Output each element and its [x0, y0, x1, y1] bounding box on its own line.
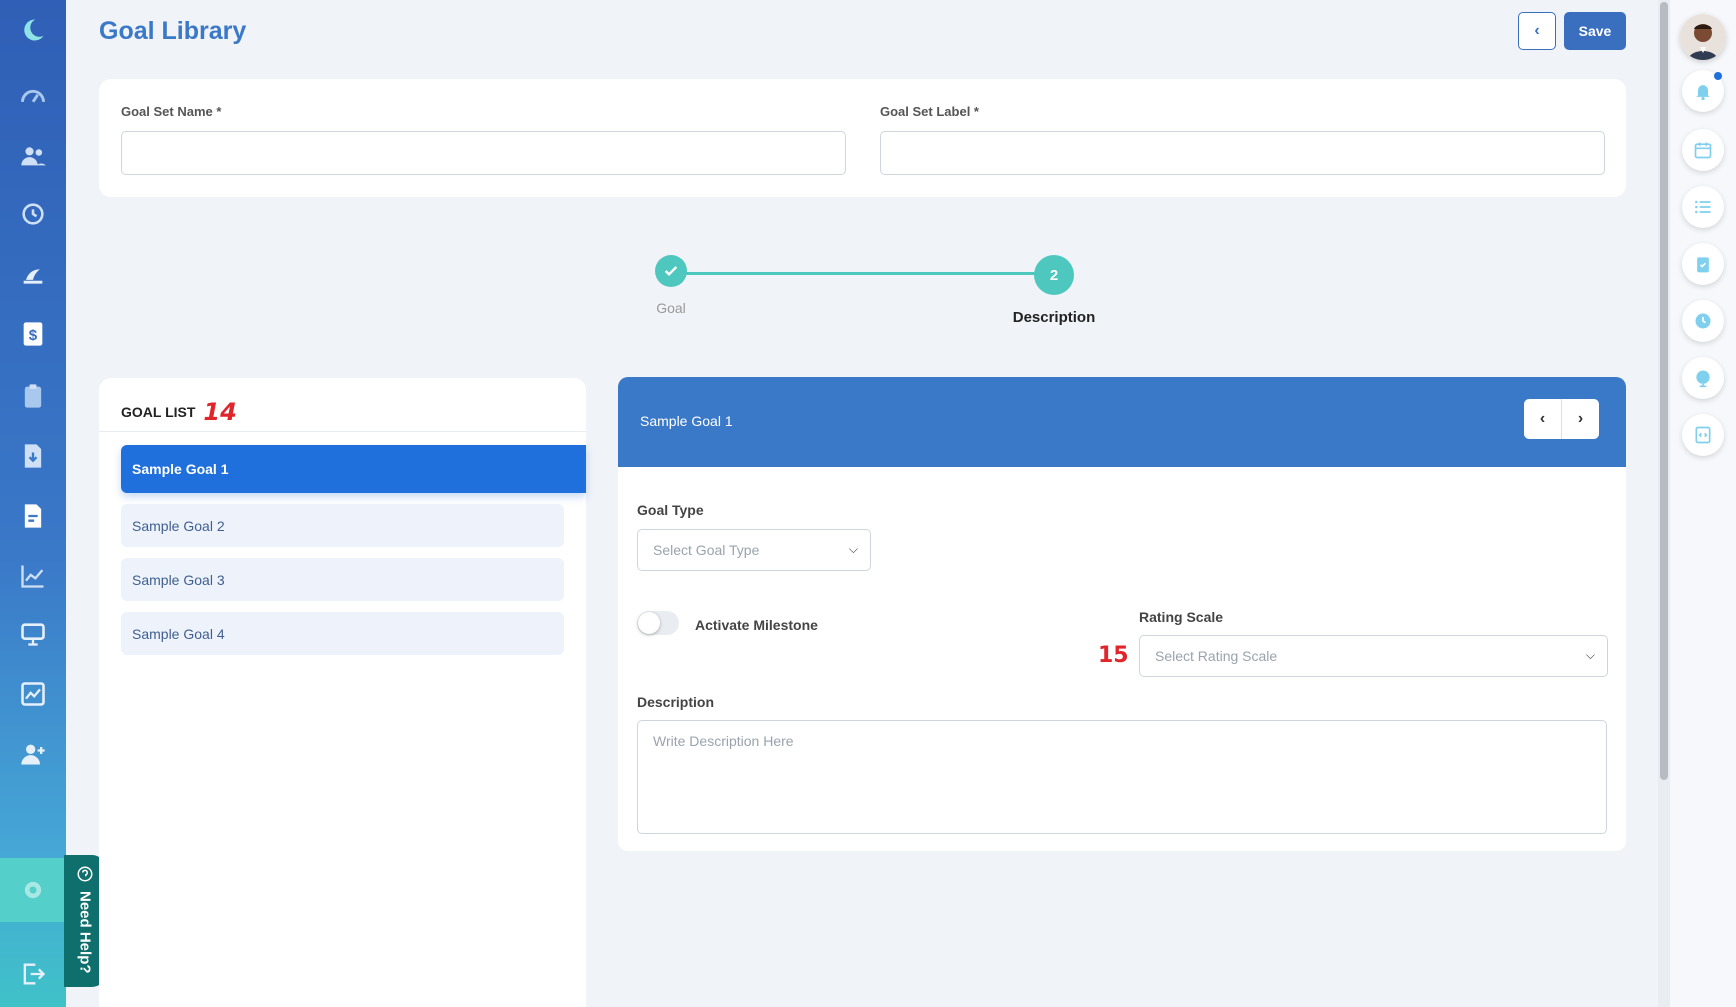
help-circle-icon [77, 866, 93, 882]
goal-list-item[interactable]: Sample Goal 4 [121, 612, 564, 655]
goal-set-card: Goal Set Name * Goal Set Label * [99, 79, 1626, 197]
image-chart-icon[interactable] [0, 664, 66, 724]
previous-goal-button[interactable]: ‹ [1524, 399, 1562, 439]
checkmark-icon [664, 266, 678, 276]
document-download-icon[interactable] [0, 426, 66, 486]
rating-scale-select[interactable]: Select Rating Scale ⌵ [1139, 635, 1608, 677]
need-help-label: Need Help? [76, 891, 94, 974]
avatar[interactable] [1680, 14, 1726, 60]
logo-moon-icon[interactable] [0, 0, 66, 60]
step-goal-complete[interactable] [655, 255, 687, 287]
annotation-badge: 14 [203, 398, 237, 426]
document-text-icon[interactable] [0, 486, 66, 546]
toggle-knob [638, 612, 660, 634]
goal-list-item[interactable]: Sample Goal 1 [121, 445, 586, 493]
back-button[interactable]: ‹ [1518, 12, 1556, 50]
activate-milestone-label: Activate Milestone [695, 617, 818, 633]
clipboard-check-icon [1697, 257, 1709, 273]
payroll-dollar-icon[interactable]: $ [0, 304, 66, 364]
svg-text:$: $ [29, 327, 38, 344]
chevron-down-icon: ⌵ [1585, 648, 1595, 662]
description-placeholder: Write Description Here [653, 733, 794, 749]
chevron-left-icon: ‹ [1534, 22, 1540, 39]
right-quick-rail [1670, 0, 1736, 1007]
calendar-icon [1694, 142, 1712, 159]
vacation-icon[interactable] [0, 244, 66, 304]
divider [99, 431, 586, 432]
page-title: Goal Library [99, 17, 247, 45]
notification-dot [1714, 72, 1722, 80]
goal-set-label-label: Goal Set Label * [880, 104, 979, 119]
time-button[interactable] [1682, 300, 1724, 342]
settings-gear-icon[interactable] [0, 858, 66, 922]
step-goal-label: Goal [656, 300, 686, 316]
list-icon [1695, 200, 1711, 214]
calendar-button[interactable] [1682, 129, 1724, 171]
add-user-icon[interactable] [0, 724, 66, 784]
main-sidebar: $ [0, 0, 66, 1007]
clock-icon [1695, 313, 1711, 329]
people-icon[interactable] [0, 126, 66, 186]
bell-icon [1696, 85, 1710, 101]
goal-type-label: Goal Type [637, 502, 704, 518]
goal-detail-title: Sample Goal 1 [640, 413, 733, 429]
description-textarea[interactable]: Write Description Here [637, 720, 1607, 834]
globe-icon [1696, 370, 1710, 388]
presentation-icon[interactable] [0, 604, 66, 664]
scrollbar-thumb[interactable] [1660, 2, 1668, 780]
description-label: Description [637, 694, 715, 710]
chevron-down-icon: ⌵ [848, 542, 858, 556]
activate-milestone-toggle[interactable] [637, 611, 679, 635]
annotation-badge: 15 [1098, 643, 1129, 668]
step-description-active[interactable]: 2 [1034, 255, 1074, 295]
list-button[interactable] [1682, 186, 1724, 228]
clipboard-icon[interactable] [0, 366, 66, 426]
history-clock-icon[interactable] [0, 184, 66, 244]
save-button[interactable]: Save [1564, 12, 1626, 50]
goal-set-label-input[interactable] [880, 131, 1605, 175]
notifications-button[interactable] [1682, 70, 1724, 112]
rating-scale-placeholder: Select Rating Scale [1155, 648, 1278, 664]
goal-set-name-input[interactable] [121, 131, 846, 175]
tasks-button[interactable] [1682, 243, 1724, 285]
goal-list-panel: GOAL LIST 14 Sample Goal 1 Sample Goal 2… [99, 378, 586, 1007]
step-description-label: Description [1012, 309, 1096, 326]
goal-detail-header: Sample Goal 1 ‹ › [618, 377, 1626, 467]
code-document-button[interactable] [1682, 414, 1724, 456]
goal-list-heading: GOAL LIST [121, 404, 196, 420]
dashboard-gauge-icon[interactable] [0, 66, 66, 126]
logout-icon[interactable] [0, 944, 66, 1004]
code-document-icon [1695, 426, 1711, 444]
stepper-progress-line [686, 272, 1038, 275]
goal-list-item[interactable]: Sample Goal 2 [121, 504, 564, 547]
analytics-chart-icon[interactable] [0, 546, 66, 606]
goal-list-header: GOAL LIST 14 [121, 398, 237, 426]
page-scrollbar[interactable] [1658, 0, 1670, 1007]
goal-detail-panel: Sample Goal 1 ‹ › Goal Type Select Goal … [618, 377, 1626, 851]
rating-scale-label: Rating Scale [1139, 609, 1224, 625]
goal-type-placeholder: Select Goal Type [653, 542, 760, 558]
next-goal-button[interactable]: › [1562, 399, 1599, 439]
globe-button[interactable] [1682, 357, 1724, 399]
goal-list-item[interactable]: Sample Goal 3 [121, 558, 564, 601]
goal-set-name-label: Goal Set Name * [121, 104, 222, 119]
goal-nav-buttons: ‹ › [1524, 399, 1599, 439]
goal-type-select[interactable]: Select Goal Type ⌵ [637, 529, 871, 571]
